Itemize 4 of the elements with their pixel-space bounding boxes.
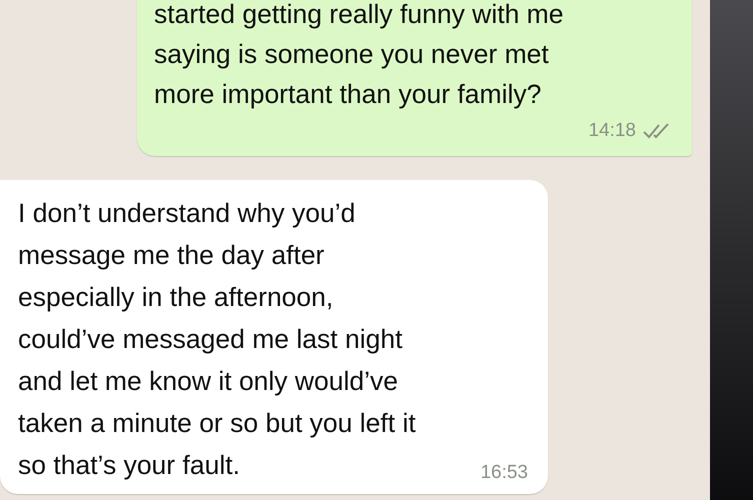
message-time: 14:18 [588, 120, 636, 142]
message-text: started getting really funny with me saying is someone you never met more important than your family? [154, 0, 564, 111]
message-text: I don’t understand why you’d message me the day after especially in the afternoon, could’ve messaged me last night and let me know it only would’ve taken a minute or so but you left it so that’s your fault. [18, 197, 416, 482]
message-time: 16:53 [480, 462, 528, 484]
